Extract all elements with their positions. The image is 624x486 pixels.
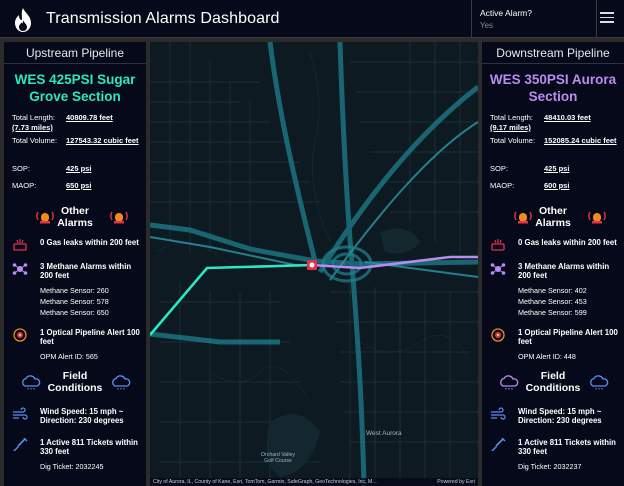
optical-alert-text: 1 Optical Pipeline Alert 100 feet [40,327,140,347]
maop-label: MAOP: [12,181,37,190]
wind-icon [13,406,28,420]
panel-title: Downstream Pipeline [482,42,624,64]
attribution-text: City of Aurora, IL, County of Kane, Esri… [153,479,377,485]
sop-label: SOP: [490,164,508,173]
opm-alert-id: OPM Alert ID: 448 [518,351,576,361]
siren-icon [588,211,606,224]
total-volume-value[interactable]: 152085.24 cubic feet [544,136,624,146]
wind-text: Wind Speed: 15 mph ~ Direction: 230 degr… [518,406,602,426]
methane-sensor-item: Methane Sensor: 402 [518,285,587,295]
optical-alert-icon [13,327,27,342]
wind-text: Wind Speed: 15 mph ~ Direction: 230 degr… [40,406,124,426]
active-alarm-indicator: Active Alarm? Yes [471,0,597,38]
flame-icon [15,8,31,32]
total-volume-label: Total Volume: [490,136,536,145]
downstream-panel: Downstream Pipeline WES 350PSI Aurora Se… [482,42,624,486]
wind-icon [491,406,506,420]
pipeline-properties: Total Length: 40809.78 feet (7.73 miles)… [4,113,146,199]
total-length-value[interactable]: 48410.03 feet [544,113,591,123]
total-volume-value[interactable]: 127543.32 cubic feet [66,136,146,146]
gas-leak-alert: 0 Gas leaks within 200 feet [482,238,624,251]
upstream-panel: Upstream Pipeline WES 425PSI Sugar Grove… [4,42,146,486]
shovel-icon [13,437,28,451]
cloud-icon [500,374,519,389]
maop-label: MAOP: [490,181,515,190]
basemap[interactable] [150,42,478,486]
maop-value[interactable]: 650 psi [66,181,91,191]
methane-sensor-icon [12,262,28,275]
methane-sensor-item: Methane Sensor: 260 [40,285,109,295]
gas-leak-icon [491,239,505,251]
methane-sensor-item: Methane Sensor: 650 [40,307,109,317]
other-alarms-header: Other Alarms [482,203,624,233]
sop-value[interactable]: 425 psi [544,164,569,174]
methane-sensor-list: Methane Sensor: 260 Methane Sensor: 578 … [40,285,146,318]
sop-label: SOP: [12,164,30,173]
total-length-miles[interactable]: (7.73 miles) [12,123,53,132]
methane-sensor-list: Methane Sensor: 402 Methane Sensor: 453 … [518,285,624,318]
map-label-west-aurora: West Aurora [366,430,402,437]
shovel-icon [491,437,506,451]
pipeline-properties: Total Length: 48410.03 feet (9.17 miles)… [482,113,624,199]
optical-alert-text: 1 Optical Pipeline Alert 100 feet [518,327,618,347]
map-view[interactable]: West Aurora Orchard Valley Golf Course C… [150,42,478,486]
wind-condition: Wind Speed: 15 mph ~ Direction: 230 degr… [482,407,624,426]
gas-leaks-text: 0 Gas leaks within 200 feet [518,238,617,247]
optical-alert-icon [491,327,505,342]
total-length-miles[interactable]: (9.17 miles) [490,123,531,132]
methane-alert: 3 Methane Alarms within 200 feet Methane… [4,262,146,318]
field-conditions-title: Field Conditions [47,369,103,394]
valve-marker[interactable] [307,260,317,270]
dig-ticket: Dig Ticket: 2032245 [40,461,104,471]
dig-ticket: Dig Ticket: 2032237 [518,461,582,471]
total-length-label: Total Length: [12,113,55,122]
active-alarm-label: Active Alarm? [480,8,532,18]
field-conditions-header: Field Conditions [482,368,624,402]
total-volume-label: Total Volume: [12,136,58,145]
map-attribution: City of Aurora, IL, County of Kane, Esri… [150,478,478,486]
wind-condition: Wind Speed: 15 mph ~ Direction: 230 degr… [4,407,146,426]
optical-alert: 1 Optical Pipeline Alert 100 feet OPM Al… [4,328,146,362]
active-alarm-value: Yes [480,21,494,30]
hamburger-menu-icon[interactable] [600,12,614,24]
methane-sensor-item: Methane Sensor: 578 [40,296,109,306]
optical-alert: 1 Optical Pipeline Alert 100 feet OPM Al… [482,328,624,362]
maop-value[interactable]: 600 psi [544,181,569,191]
gas-leaks-text: 0 Gas leaks within 200 feet [40,238,139,247]
ticket-alert: 1 Active 811 Tickets within 330 feet Dig… [482,437,624,472]
other-alarms-title: Other Alarms [535,205,571,229]
powered-by-esri[interactable]: Powered by Esri [437,479,475,485]
cloud-icon [590,374,609,389]
tickets-text: 1 Active 811 Tickets within 330 feet [518,437,616,457]
sop-value[interactable]: 425 psi [66,164,91,174]
methane-sensor-icon [490,262,506,275]
section-name: WES 425PSI Sugar Grove Section [14,72,136,104]
methane-alarms-text: 3 Methane Alarms within 200 feet [40,261,132,281]
app-title: Transmission Alarms Dashboard [46,10,280,27]
tickets-text: 1 Active 811 Tickets within 330 feet [40,437,138,457]
total-length-label: Total Length: [490,113,533,122]
section-name: WES 350PSI Aurora Section [489,72,617,104]
total-length-value[interactable]: 40809.78 feet [66,113,113,123]
cloud-icon [22,374,41,389]
gas-leak-alert: 0 Gas leaks within 200 feet [4,238,146,251]
panel-title: Upstream Pipeline [4,42,146,64]
methane-alert: 3 Methane Alarms within 200 feet Methane… [482,262,624,318]
field-conditions-header: Field Conditions [4,368,146,402]
gas-leak-icon [13,239,27,251]
ticket-alert: 1 Active 811 Tickets within 330 feet Dig… [4,437,146,472]
opm-alert-id: OPM Alert ID: 565 [40,351,98,361]
cloud-icon [112,374,131,389]
map-label-golf-course: Orchard Valley Golf Course [261,452,295,464]
field-conditions-title: Field Conditions [525,369,581,394]
app-header: Transmission Alarms Dashboard Active Ala… [0,0,624,38]
siren-icon [110,211,128,224]
methane-sensor-item: Methane Sensor: 599 [518,307,587,317]
methane-sensor-item: Methane Sensor: 453 [518,296,587,306]
other-alarms-header: Other Alarms [4,203,146,233]
methane-alarms-text: 3 Methane Alarms within 200 feet [518,261,610,281]
other-alarms-title: Other Alarms [57,205,93,229]
